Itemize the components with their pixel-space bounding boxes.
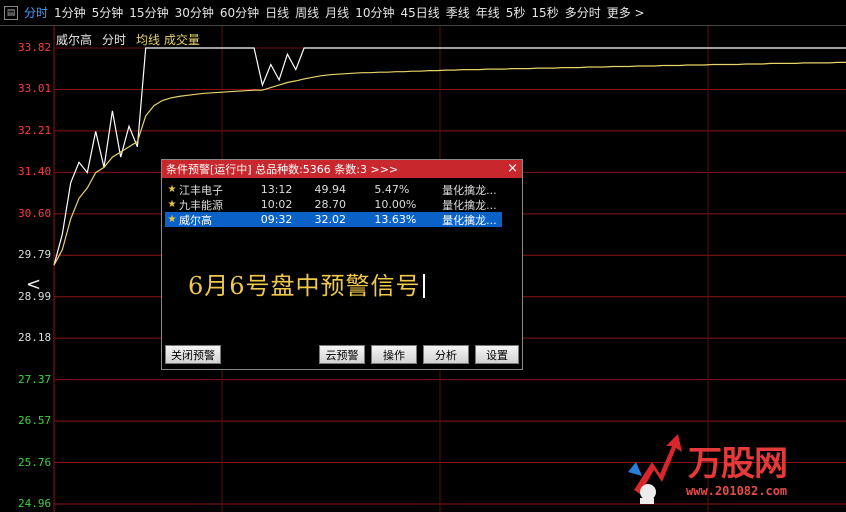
back-arrow-icon[interactable]: < [26,274,41,295]
period-tab[interactable]: 5秒 [506,6,532,20]
alert-title: 条件预警[运行中] 总品种数:5366 条数:3 >>> [166,163,399,176]
star-icon: ★ [167,184,177,195]
alert-time: 09:32 [260,213,293,226]
alert-time: 10:02 [260,198,293,211]
period-tab[interactable]: 45日线 [400,6,445,20]
price-tick-label: 25.76 [18,455,52,469]
price-tick-label: 26.57 [18,414,52,428]
period-tab[interactable]: 分时 [24,6,54,20]
alert-change-pct: 10.00% [374,198,417,211]
price-tick-label: 27.37 [18,372,52,386]
alert-row[interactable]: ★ 九丰能源 10:02 28.70 10.00% 量化擒龙... [165,197,502,212]
period-tab[interactable]: 月线 [325,6,355,20]
avg-legend: 均线 成交量 [136,31,200,48]
alert-strategy: 量化擒龙... [442,183,497,197]
stock-header: 威尔高 分时 均线 成交量 [56,31,200,48]
price-tick-label: 30.60 [18,206,52,220]
alert-strategy: 量化擒龙... [442,213,497,227]
period-tab[interactable]: 15分钟 [129,6,174,20]
alert-row[interactable]: ★ 威尔高 09:32 32.02 13.63% 量化擒龙... [165,212,502,227]
chart-mode: 分时 [102,33,127,47]
analyze-button[interactable]: 分析 [423,345,469,364]
close-alert-button[interactable]: 关闭预警 [165,345,221,364]
cloud-alert-button[interactable]: 云预警 [319,345,365,364]
alert-stock-name: 江丰电子 [178,183,223,197]
avg-name: 成交量 [163,33,200,47]
alert-note[interactable]: 6月6号盘中预警信号 [188,266,425,301]
period-tab[interactable]: 年线 [476,6,506,20]
period-list: 分时 1分钟 5分钟 15分钟 30分钟 60分钟 日线 周线 月线 10分钟 45日线 季线 年线 5秒… [24,4,651,21]
star-icon: ★ [167,214,177,225]
period-tab[interactable]: 15秒 [531,6,564,20]
period-tab[interactable]: 30分钟 [175,6,220,20]
alert-titlebar[interactable]: 条件预警[运行中] 总品种数:5366 条数:3 >>> × [162,160,522,178]
alert-stock-name: 威尔高 [178,213,212,227]
settings-button[interactable]: 设置 [475,345,519,364]
price-tick-label: 24.96 [18,497,52,510]
brand-name: 万股网 [688,444,788,484]
avg-label: 均线 [136,33,161,47]
brand-url: www.201082.com [686,484,788,498]
star-icon: ★ [167,199,177,210]
alert-price: 49.94 [314,183,347,196]
text-caret [422,274,425,298]
period-tab[interactable]: 5分钟 [92,6,130,20]
close-icon[interactable]: × [507,160,518,178]
price-tick-label: 32.21 [18,123,52,137]
alert-row[interactable]: ★ 江丰电子 13:12 49.94 5.47% 量化擒龙... [165,182,502,197]
alert-stock-name: 九丰能源 [178,198,223,212]
price-tick-label: 31.40 [18,165,52,179]
price-tick-label: 33.82 [18,41,52,54]
price-tick-label: 33.01 [18,82,52,96]
period-tab[interactable]: 60分钟 [220,6,265,20]
period-tab[interactable]: 10分钟 [355,6,400,20]
period-tab[interactable]: 更多 > [607,6,651,20]
period-tab[interactable]: 多分时 [565,6,607,20]
alert-button-row: 关闭预警 云预警 操作 分析 设置 [165,345,519,365]
alert-list: ★ 江丰电子 13:12 49.94 5.47% 量化擒龙... ★ 九丰能源 10:02 28.… [165,182,502,227]
alert-window: 条件预警[运行中] 总品种数:5366 条数:3 >>> × ★ 江丰电子 13:1… [161,159,523,370]
alert-note-text: 6月6号盘中预警信号 [188,272,421,300]
alert-change-pct: 13.63% [374,213,417,226]
brand-logo: 万股网 www.201082.com [626,432,840,508]
menu-icon[interactable]: ▤ [4,5,18,20]
period-tab[interactable]: 1分钟 [54,6,92,20]
price-tick-label: 28.18 [18,331,52,345]
period-toolbar: ▤ 分时 1分钟 5分钟 15分钟 30分钟 60分钟 日线 周线 月线 10分钟 45日线 季线 年线… [0,0,846,26]
period-tab[interactable]: 周线 [295,6,325,20]
rocket-icon [628,434,682,504]
operate-button[interactable]: 操作 [371,345,417,364]
period-tab[interactable]: 日线 [265,6,295,20]
period-tab[interactable]: 季线 [446,6,476,20]
price-tick-label: 29.79 [18,248,52,262]
alert-time: 13:12 [260,183,293,196]
alert-price: 32.02 [314,213,347,226]
stock-name: 威尔高 [56,33,93,47]
alert-strategy: 量化擒龙... [442,198,497,212]
alert-price: 28.70 [314,198,347,211]
alert-change-pct: 5.47% [374,183,410,196]
